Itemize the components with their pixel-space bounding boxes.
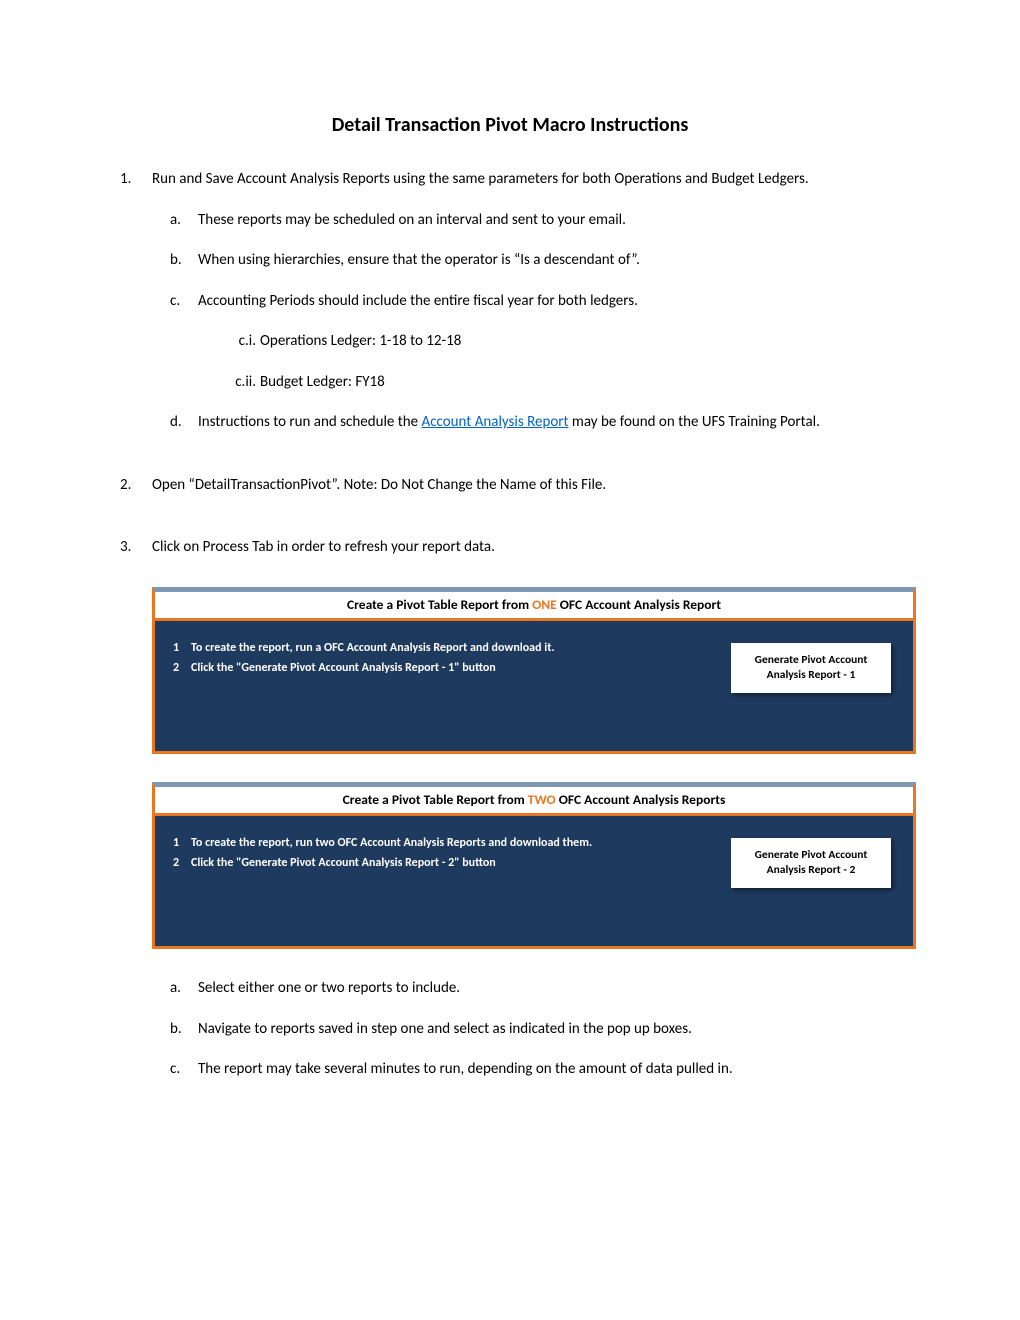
panel-one-header: Create a Pivot Table Report from ONE OFC… (155, 592, 913, 621)
sub-text: Select either one or two reports to incl… (198, 979, 460, 997)
step-1c: c. Accounting Periods should include the… (152, 290, 900, 394)
sub-text: When using hierarchies, ensure that the … (198, 251, 640, 269)
row-text: Click the "Generate Pivot Account Analys… (191, 659, 496, 677)
instruction-list: 1. Run and Save Account Analysis Reports… (120, 168, 900, 559)
step-text: Click on Process Tab in order to refresh… (152, 538, 495, 556)
page-title: Detail Transaction Pivot Macro Instructi… (120, 110, 900, 140)
row-number: 2 (173, 854, 191, 872)
panel-two-body: 1 To create the report, run two OFC Acco… (155, 816, 913, 946)
subsub-text: Operations Ledger: 1-18 to 12-18 (260, 332, 461, 350)
step-3-sublist: a. Select either one or two reports to i… (152, 977, 900, 1081)
sub-marker: d. (170, 411, 182, 434)
row-text: Click the "Generate Pivot Account Analys… (191, 854, 496, 872)
step-3c: c. The report may take several minutes t… (152, 1058, 900, 1081)
step-1-sublist: a. These reports may be scheduled on an … (152, 209, 900, 434)
step-2: 2. Open “DetailTransactionPivot”. Note: … (120, 474, 900, 497)
pivot-panel-two: Create a Pivot Table Report from TWO OFC… (152, 782, 916, 949)
pivot-panel-one: Create a Pivot Table Report from ONE OFC… (152, 587, 916, 754)
panel-one-body: 1 To create the report, run a OFC Accoun… (155, 621, 913, 751)
step-1c-ii: c.ii. Budget Ledger: FY18 (198, 371, 900, 394)
step-text: Open “DetailTransactionPivot”. Note: Do … (152, 476, 606, 494)
row-text: To create the report, run two OFC Accoun… (191, 834, 592, 852)
header-pre: Create a Pivot Table Report from (343, 791, 528, 808)
sub-marker: c. (170, 290, 180, 313)
header-post: OFC Account Analysis Report (557, 596, 721, 613)
sub-text: Navigate to reports saved in step one an… (198, 1020, 692, 1038)
step-3a: a. Select either one or two reports to i… (152, 977, 900, 1000)
header-post: OFC Account Analysis Reports (556, 791, 726, 808)
step-number: 2. (120, 474, 131, 497)
account-analysis-report-link[interactable]: Account Analysis Report (422, 413, 569, 431)
sub-marker: b. (170, 1018, 182, 1041)
sub-text-post: may be found on the UFS Training Portal. (569, 413, 820, 431)
step-3b: b. Navigate to reports saved in step one… (152, 1018, 900, 1041)
step-number: 1. (120, 168, 131, 191)
sub-text: These reports may be scheduled on an int… (198, 211, 626, 229)
sub-marker: b. (170, 249, 182, 272)
sub-marker: a. (170, 209, 181, 232)
header-pre: Create a Pivot Table Report from (347, 596, 532, 613)
step-1c-i: c.i. Operations Ledger: 1-18 to 12-18 (198, 330, 900, 353)
subsub-marker: c.ii. (216, 371, 256, 394)
step-3: 3. Click on Process Tab in order to refr… (120, 536, 900, 559)
row-text: To create the report, run a OFC Account … (191, 639, 555, 657)
panel-two-header: Create a Pivot Table Report from TWO OFC… (155, 787, 913, 816)
step-1: 1. Run and Save Account Analysis Reports… (120, 168, 900, 434)
step-1a: a. These reports may be scheduled on an … (152, 209, 900, 232)
sub-text: The report may take several minutes to r… (198, 1060, 733, 1078)
step-1b: b. When using hierarchies, ensure that t… (152, 249, 900, 272)
subsub-marker: c.i. (216, 330, 256, 353)
row-number: 1 (173, 834, 191, 852)
header-highlight: ONE (532, 596, 557, 613)
row-number: 2 (173, 659, 191, 677)
step-number: 3. (120, 536, 131, 559)
step-1d: d. Instructions to run and schedule the … (152, 411, 900, 434)
step-1c-sublist: c.i. Operations Ledger: 1-18 to 12-18 c.… (198, 330, 900, 393)
sub-marker: c. (170, 1058, 180, 1081)
generate-pivot-report-1-button[interactable]: Generate Pivot Account Analysis Report -… (731, 643, 891, 693)
row-number: 1 (173, 639, 191, 657)
header-highlight: TWO (528, 791, 556, 808)
subsub-text: Budget Ledger: FY18 (260, 373, 385, 391)
sub-text-pre: Instructions to run and schedule the (198, 413, 422, 431)
sub-text: Accounting Periods should include the en… (198, 292, 638, 310)
sub-marker: a. (170, 977, 181, 1000)
step-text: Run and Save Account Analysis Reports us… (152, 170, 809, 188)
generate-pivot-report-2-button[interactable]: Generate Pivot Account Analysis Report -… (731, 838, 891, 888)
